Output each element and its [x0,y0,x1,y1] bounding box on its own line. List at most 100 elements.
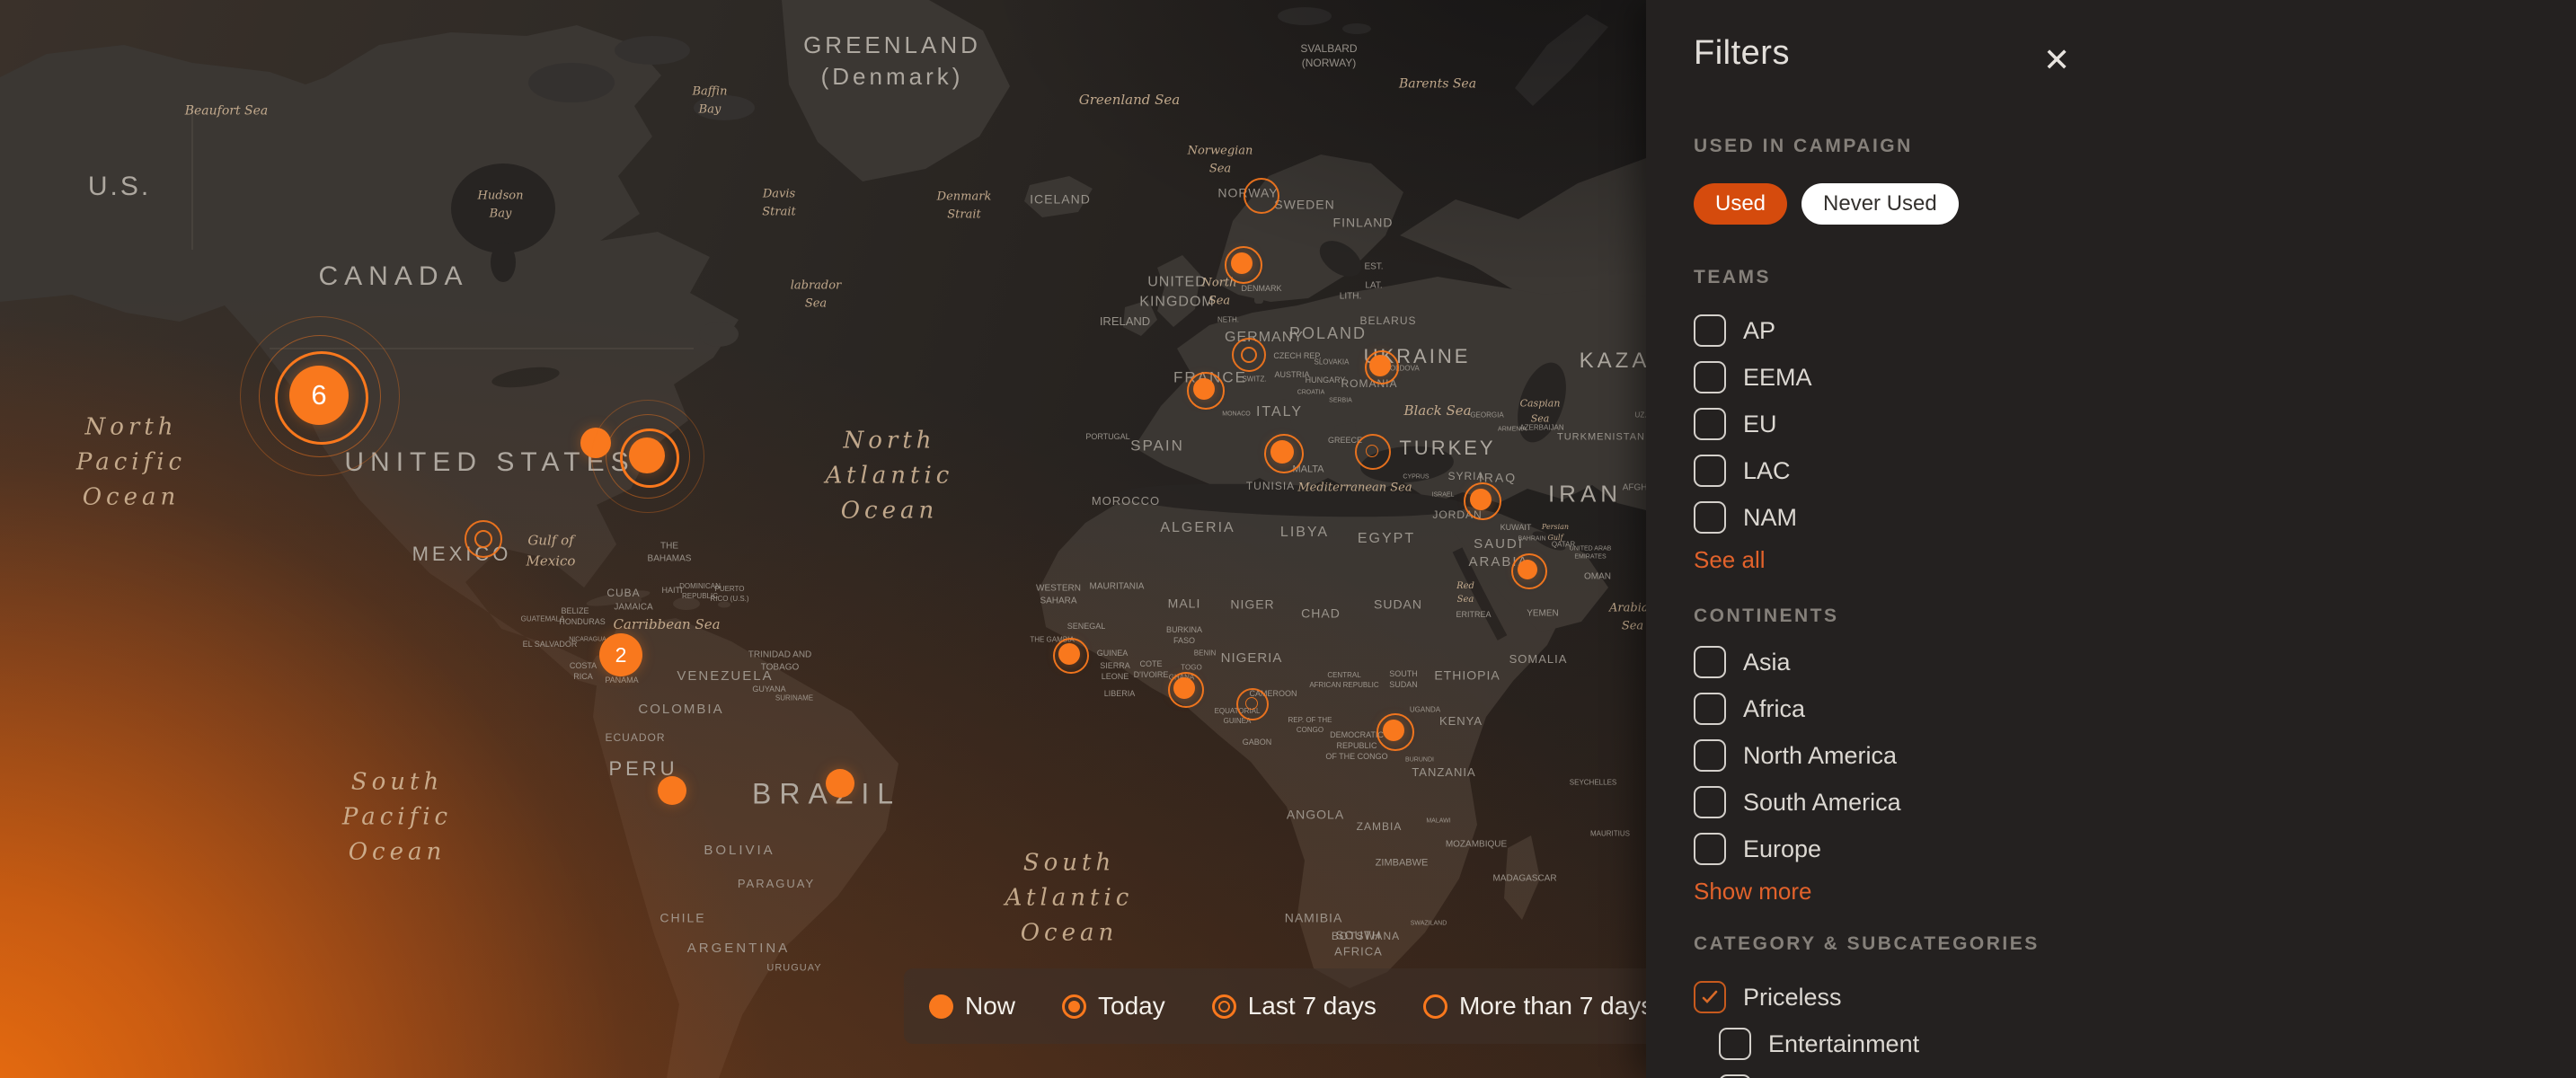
map-country-label: MOZAMBIQUE [1446,838,1507,851]
map-country-label: GUATEMALA [521,615,565,625]
map-country-label: LIBERIA [1104,688,1136,699]
map-country-label: BELARUS [1359,314,1416,328]
checkbox-label: Europe [1743,835,1821,863]
marker-ring [474,530,492,548]
map-country-label: CROATIA [1297,388,1325,396]
map-country-label: SVALBARD (NORWAY) [1300,41,1357,70]
checkbox-box[interactable] [1719,1028,1751,1060]
checkbox-box[interactable] [1694,501,1726,534]
checkbox-box[interactable] [1694,314,1726,347]
map-country-label: MONACO [1222,410,1251,418]
map-country-label: TUNISIA [1246,479,1295,493]
checkbox-box[interactable] [1694,833,1726,865]
map-country-label: COLOMBIA [638,701,723,719]
checkbox-row-eu[interactable]: EU [1694,401,2576,447]
world-map[interactable]: GREENLAND (Denmark)U.S.CANADAUNITED STAT… [0,0,1646,1078]
map-country-label: UGANDA [1410,706,1440,716]
filters-panel: Filters ✕ USED IN CAMPAIGN Used Never Us… [1646,0,2576,1078]
used-pill[interactable]: Used [1694,183,1787,225]
map-country-label: NICARAGUA [569,635,606,643]
map-country-label: THE BAHAMAS [648,541,692,565]
map-country-label: SWEDEN [1274,197,1334,214]
map-sea-label: Davis Strait [762,186,795,221]
map-sea-label: Greenland Sea [1079,90,1180,110]
map-country-label: AFGH. [1623,482,1646,494]
marker-ring [1241,347,1257,363]
checkbox-box[interactable] [1694,455,1726,487]
today-marker-icon [1062,994,1086,1019]
marker-ring [1366,445,1378,457]
see-all-link[interactable]: See all [1694,548,1766,571]
legend-item-now: Now [929,992,1015,1021]
checkbox-row-lac[interactable]: LAC [1694,447,2576,494]
checkbox-box[interactable] [1694,786,1726,818]
checkbox-label: EEMA [1743,364,1812,392]
map-country-label: TANZANIA [1412,764,1475,781]
checkbox-box[interactable] [1694,693,1726,725]
map-country-label: YEMEN [1527,607,1559,620]
checkbox-box[interactable] [1694,981,1726,1013]
checkbox-label: Asia [1743,649,1791,676]
map-country-label: EGYPT [1358,529,1415,549]
close-icon[interactable]: ✕ [2040,41,2074,81]
map-country-label: IRAN [1548,478,1622,509]
checkbox-row-eema[interactable]: EEMA [1694,354,2576,401]
map-country-label: LAT. [1365,279,1382,292]
checkbox-label: Entertainment [1768,1030,1919,1058]
checkbox-row-priceless[interactable]: Priceless [1694,974,2576,1021]
section-title: TEAMS [1694,266,2576,289]
map-country-label: BELIZE [561,605,589,616]
map-country-label: SOUTH SUDAN [1389,668,1418,690]
never-used-pill[interactable]: Never Used [1801,183,1959,225]
map-country-label: BURKINA FASO [1166,624,1202,646]
map-country-label: U.S. [88,169,151,206]
checkbox-box[interactable] [1694,361,1726,393]
teams-checkbox-list: AP EEMA EULAC NAM [1694,307,2576,541]
last7-marker-icon [1212,994,1236,1019]
map-sea-label: North Atlantic Ocean [826,424,954,529]
marker-ring [1365,350,1399,384]
marker-ring [1053,638,1089,674]
map-country-label: SWAZILAND [1411,919,1447,927]
map-country-label: SURINAME [775,694,813,704]
map-country-label: FINLAND [1333,215,1394,232]
map-country-label: ZIMBABWE [1376,857,1429,870]
map-country-label: SEYCHELLES [1570,779,1616,789]
checkbox-row-nam[interactable]: NAM [1694,494,2576,541]
legend-label: Last 7 days [1248,992,1377,1021]
show-more-link[interactable]: Show more [1694,879,1812,903]
cluster-count: 2 [599,633,642,676]
checkbox-row-africa[interactable]: Africa [1694,685,2576,732]
map-country-label: ISRAEL [1432,490,1455,499]
map-sea-label: Denmark Strait [937,189,992,224]
map-country-label: IRELAND [1100,314,1150,330]
map-country-label: GREENLAND (Denmark) [803,30,981,93]
checkbox-box[interactable] [1719,1074,1751,1078]
map-country-label: GEORGIA [1470,411,1503,421]
map-country-label: EST. [1364,261,1383,273]
checkbox-box[interactable] [1694,739,1726,772]
checkbox-row-item[interactable] [1719,1067,2576,1078]
checkbox-label: NAM [1743,504,1797,532]
map-sea-label: Red Sea [1456,579,1474,606]
map-country-label: ECUADOR [605,730,665,745]
panel-title: Filters [1694,36,2576,70]
checkbox-row-asia[interactable]: Asia [1694,639,2576,685]
checkbox-row-north-america[interactable]: North America [1694,732,2576,779]
map-country-label: GUINEA [1097,648,1129,658]
map-country-label: NETH. [1217,316,1239,326]
map-country-label: ETHIOPIA [1434,667,1500,685]
map-country-label: PUERTO RICO (U.S.) [710,585,748,605]
map-sea-label: Hudson Bay [478,188,524,223]
section-category-subcategories: CATEGORY & SUBCATEGORIES PricelessEntert… [1694,932,2576,1078]
map-country-label: MOROCCO [1092,493,1160,509]
map-country-label: PARAGUAY [738,876,815,892]
checkbox-box[interactable] [1694,408,1726,440]
checkbox-row-entertainment[interactable]: Entertainment [1719,1021,2576,1067]
checkbox-row-europe[interactable]: Europe [1694,826,2576,872]
marker-ring [591,400,704,513]
checkbox-row-south-america[interactable]: South America [1694,779,2576,826]
checkbox-row-ap[interactable]: AP [1694,307,2576,354]
checkbox-label: North America [1743,742,1897,770]
checkbox-box[interactable] [1694,646,1726,678]
